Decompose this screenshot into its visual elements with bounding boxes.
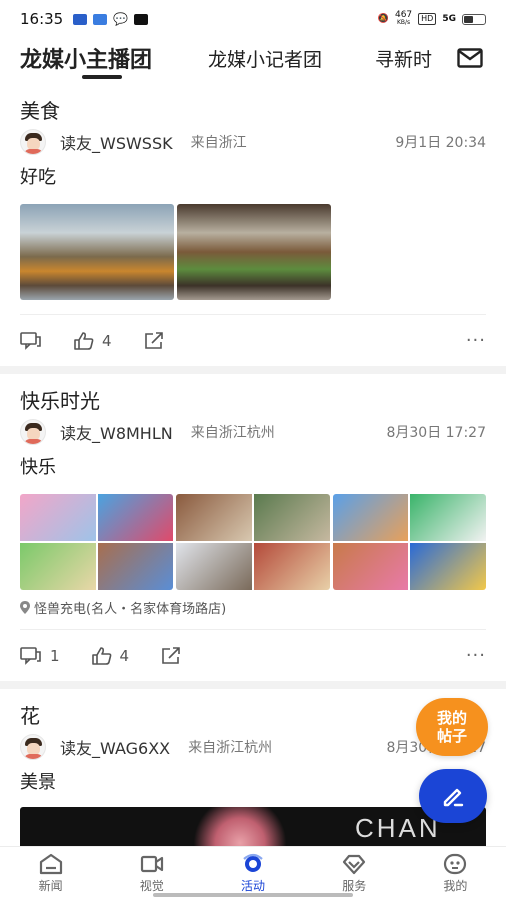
share-icon (162, 646, 180, 664)
video-icon (140, 855, 163, 873)
like-button[interactable]: 4 (91, 646, 130, 665)
avatar[interactable] (20, 129, 46, 155)
author-name[interactable]: 读友_W8MHLN (60, 420, 173, 444)
share-button[interactable] (144, 331, 164, 350)
author-location: 来自浙江杭州 (188, 740, 273, 756)
mute-icon: 🔕 (377, 14, 389, 24)
post-body: 好吃 (20, 167, 56, 188)
status-time: 16:35 (20, 10, 64, 28)
post-image[interactable] (177, 204, 331, 300)
nav-news[interactable]: 新闻 (0, 847, 101, 900)
wechat-icon: 💬 (113, 12, 129, 26)
comment-count: 1 (50, 646, 60, 665)
location-pin-icon (20, 601, 30, 614)
tab-xiaojizhe[interactable]: 龙媒小记者团 (208, 45, 322, 72)
comment-button[interactable] (20, 331, 42, 350)
location-text: 怪兽充电(名人・名家体育场路店) (34, 602, 227, 617)
share-button[interactable] (161, 646, 181, 665)
image-caption-text: CHAN (355, 813, 441, 843)
post-title: 快乐时光 (20, 389, 100, 413)
post-date: 8月30日 17:27 (386, 425, 486, 441)
post-date: 9月1日 20:34 (395, 135, 486, 151)
post-image[interactable] (176, 494, 330, 590)
service-icon (343, 854, 366, 875)
comment-icon (20, 646, 41, 665)
author-row: 读友_W8MHLN 来自浙江杭州 8月30日 17:27 (20, 418, 486, 446)
battery-icon (462, 13, 486, 25)
app-notification-icon (73, 13, 88, 25)
post-images (20, 204, 486, 300)
like-button[interactable]: 4 (74, 332, 112, 350)
author-location: 来自浙江杭州 (190, 425, 275, 441)
more-options-icon[interactable]: ··· (466, 330, 486, 351)
avatar[interactable] (20, 734, 46, 760)
divider (0, 681, 506, 689)
thumbs-up-icon (91, 646, 111, 665)
post-body: 快乐 (20, 457, 56, 478)
post-actions: 4 ··· (20, 314, 486, 366)
author-name[interactable]: 读友_WAG6XX (60, 735, 170, 759)
nav-profile[interactable]: 我的 (405, 847, 506, 900)
post-image[interactable] (20, 204, 174, 300)
post-images (20, 494, 486, 590)
author-name[interactable]: 读友_WSWSSK (60, 130, 173, 154)
post-title: 美食 (20, 99, 60, 123)
hd-icon: HD (418, 13, 437, 25)
signal-icon: 5G (442, 14, 456, 24)
tab-indicator (82, 75, 122, 79)
divider (0, 366, 506, 374)
comment-icon (20, 331, 41, 350)
activity-icon (243, 853, 263, 872)
channel-tabs: 龙媒小主播团 龙媒小记者团 寻新时 (0, 38, 506, 84)
author-location: 来自浙江 (190, 135, 247, 151)
avatar[interactable] (20, 419, 46, 445)
share-icon (144, 331, 163, 349)
post-image[interactable] (332, 494, 486, 590)
post-image[interactable]: CHAN (20, 807, 486, 846)
more-options-icon[interactable]: ··· (466, 645, 486, 666)
compose-button[interactable] (419, 769, 487, 823)
home-indicator[interactable] (153, 893, 353, 897)
post-card[interactable]: 美食 读友_WSWSSK 来自浙江 9月1日 20:34 好吃 4 ··· (0, 84, 506, 366)
post-image[interactable] (20, 494, 174, 590)
bottom-nav: 新闻 视觉 活动 服务 我的 (0, 846, 506, 900)
app-notification-icon (93, 13, 108, 25)
thumbs-up-icon (74, 331, 94, 350)
tiktok-icon (134, 13, 149, 25)
news-icon (39, 853, 62, 875)
like-count: 4 (102, 331, 112, 350)
post-actions: 1 4 ··· (20, 629, 486, 681)
my-posts-button[interactable]: 我的 帖子 (416, 698, 488, 756)
post-body: 美景 (20, 772, 56, 793)
profile-icon (444, 853, 467, 875)
tab-xiaozhubo[interactable]: 龙媒小主播团 (20, 42, 152, 74)
post-card[interactable]: 快乐时光 读友_W8MHLN 来自浙江杭州 8月30日 17:27 快乐 怪兽充… (0, 374, 506, 681)
comment-button[interactable]: 1 (20, 647, 60, 665)
post-location[interactable]: 怪兽充电(名人・名家体育场路店) (20, 598, 486, 617)
tab-xunxinshi[interactable]: 寻新时 (375, 45, 437, 72)
net-speed: 467 KB/s (394, 10, 413, 27)
message-button[interactable] (446, 38, 494, 78)
status-bar: 16:35 💬 🔕 467 KB/s HD 5G (0, 0, 506, 38)
pen-icon (443, 788, 464, 807)
mail-icon (457, 48, 483, 68)
like-count: 4 (119, 646, 130, 665)
author-row: 读友_WSWSSK 来自浙江 9月1日 20:34 (20, 128, 486, 156)
